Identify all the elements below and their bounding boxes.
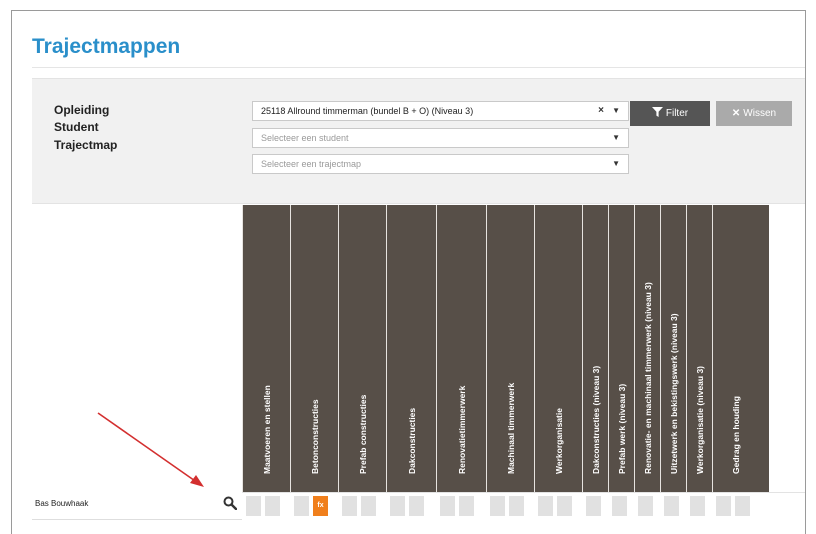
close-icon: ✕	[731, 108, 741, 119]
filter-panel: Opleiding Student Trajectmap 25118 Allro…	[32, 78, 805, 204]
column-header-label: Maatvoeren en stellen	[261, 385, 272, 474]
clear-button[interactable]: ✕ Wissen	[716, 101, 792, 126]
filter-icon	[651, 107, 663, 117]
column-header-label: Prefab werk (niveau 3)	[616, 383, 627, 474]
progress-cell[interactable]	[716, 496, 731, 516]
search-icon[interactable]	[223, 496, 237, 510]
column-header: Werkorganisatie (niveau 3)	[686, 205, 712, 492]
column-header-label: Renovatie- en machinaal timmerwerk (nive…	[642, 282, 653, 474]
progress-cell[interactable]	[459, 496, 474, 516]
content-frame: Trajectmappen Opleiding Student Trajectm…	[11, 10, 806, 534]
column-header-label: Renovatietimmerwerk	[456, 385, 467, 474]
column-header-label: Uitzetwerk en bekistingswerk (niveau 3)	[668, 313, 679, 474]
progress-cell[interactable]	[664, 496, 679, 516]
trajectmap-placeholder: Selecteer een trajectmap	[261, 159, 362, 169]
filter-button-label: Filter	[665, 108, 689, 119]
progress-cell[interactable]	[265, 496, 280, 516]
progress-cell[interactable]	[490, 496, 505, 516]
column-header-label: Dakconstructies (niveau 3)	[590, 365, 601, 474]
student-label: Student	[54, 120, 99, 134]
progress-cell[interactable]	[638, 496, 653, 516]
progress-cell[interactable]	[509, 496, 524, 516]
column-header-label: Dakconstructies	[406, 407, 417, 474]
column-header: Dakconstructies (niveau 3)	[582, 205, 608, 492]
progress-cell[interactable]	[361, 496, 376, 516]
column-header-label: Betonconstructies	[309, 399, 320, 474]
progress-cell[interactable]	[735, 496, 750, 516]
progress-cell[interactable]	[409, 496, 424, 516]
title-divider	[32, 67, 805, 68]
column-header-label: Gedrag en houding	[731, 396, 741, 474]
student-select[interactable]: Selecteer een student ▼	[252, 128, 629, 148]
page-title: Trajectmappen	[32, 35, 181, 58]
column-header: Renovatie- en machinaal timmerwerk (nive…	[634, 205, 660, 492]
column-header: Machinaal timmerwerk	[486, 205, 534, 492]
student-placeholder: Selecteer een student	[261, 133, 349, 143]
opleiding-value: 25118 Allround timmerman (bundel B + O) …	[261, 106, 474, 116]
column-header-label: Prefab constructies	[357, 394, 368, 474]
chevron-down-icon[interactable]: ▼	[612, 129, 620, 147]
column-header: Dakconstructies	[386, 205, 436, 492]
chevron-down-icon[interactable]: ▼	[612, 102, 620, 120]
progress-cell[interactable]	[557, 496, 572, 516]
column-header: Gedrag en houding	[712, 205, 759, 492]
clear-button-label: Wissen	[743, 108, 777, 119]
progress-cell[interactable]	[440, 496, 455, 516]
column-header: Betonconstructies	[290, 205, 338, 492]
progress-cell[interactable]	[612, 496, 627, 516]
competency-column-headers: Maatvoeren en stellen Betonconstructies Pr…	[242, 205, 769, 492]
filter-button[interactable]: Filter	[630, 101, 710, 126]
progress-cell[interactable]	[294, 496, 309, 516]
column-header: Uitzetwerk en bekistingswerk (niveau 3)	[660, 205, 686, 492]
column-header: Prefab werk (niveau 3)	[608, 205, 634, 492]
progress-cell[interactable]: fx	[313, 496, 328, 516]
opleiding-label: Opleiding	[54, 103, 110, 117]
clear-selection-icon[interactable]: ×	[598, 102, 604, 120]
column-header: Prefab constructies	[338, 205, 386, 492]
opleiding-select[interactable]: 25118 Allround timmerman (bundel B + O) …	[252, 101, 629, 121]
progress-cell[interactable]	[342, 496, 357, 516]
progress-cell[interactable]	[538, 496, 553, 516]
column-header-label: Werkorganisatie (niveau 3)	[694, 365, 705, 474]
column-header: Renovatietimmerwerk	[436, 205, 486, 492]
column-header: Maatvoeren en stellen	[242, 205, 290, 492]
student-name[interactable]: Bas Bouwhaak	[35, 499, 88, 508]
column-header-label: Werkorganisatie	[553, 408, 564, 474]
progress-cell[interactable]	[586, 496, 601, 516]
progress-cell[interactable]	[690, 496, 705, 516]
column-header: Werkorganisatie	[534, 205, 582, 492]
trajectmap-select[interactable]: Selecteer een trajectmap ▼	[252, 154, 629, 174]
progress-cell[interactable]	[246, 496, 261, 516]
column-header-label: Machinaal timmerwerk	[505, 382, 516, 474]
chevron-down-icon[interactable]: ▼	[612, 155, 620, 173]
student-row-divider	[32, 519, 242, 520]
trajectmap-label: Trajectmap	[54, 138, 118, 152]
progress-cell[interactable]	[390, 496, 405, 516]
